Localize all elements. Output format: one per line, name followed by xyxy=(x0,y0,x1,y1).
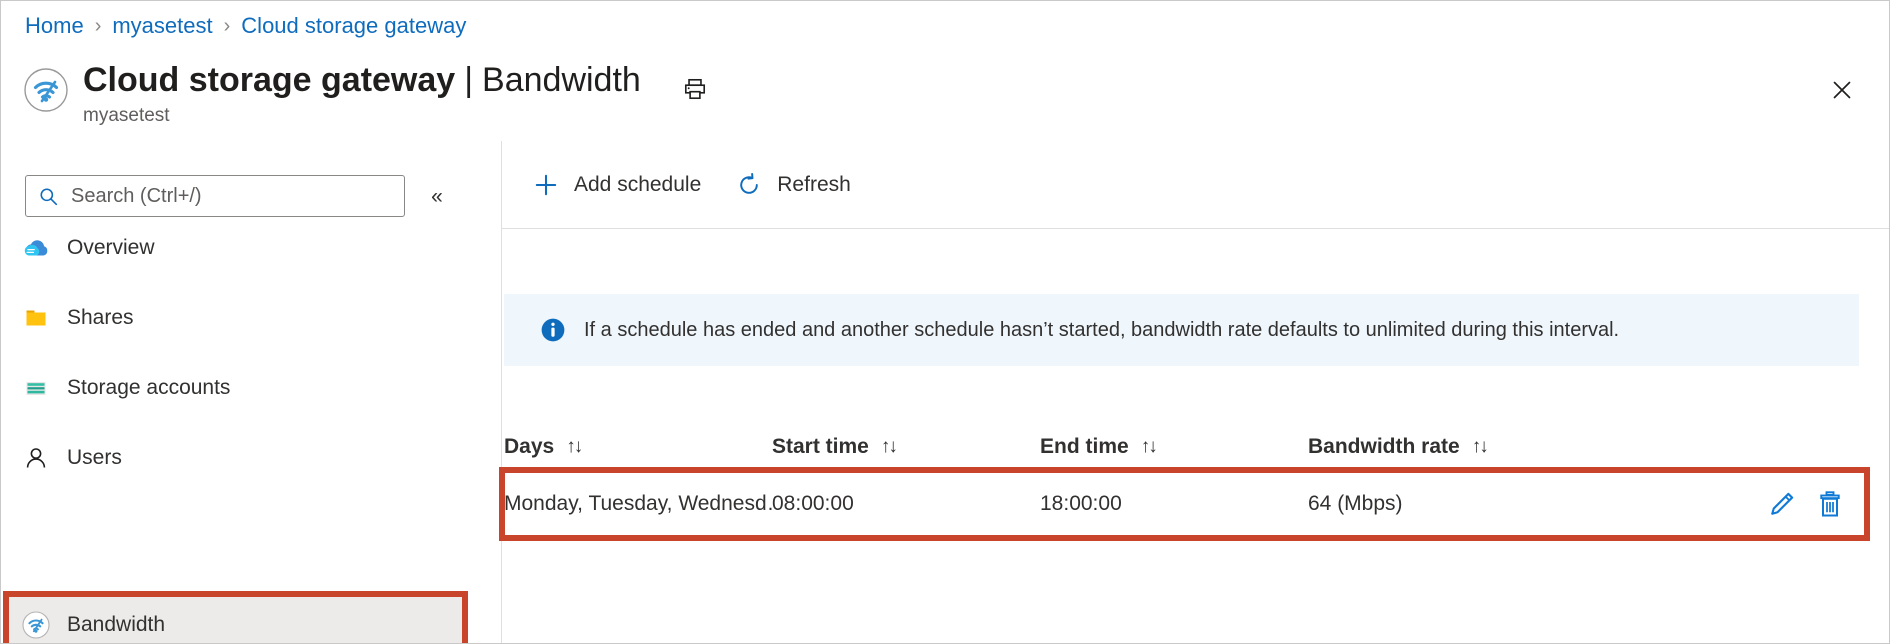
user-icon xyxy=(21,443,51,473)
edit-pencil-icon[interactable] xyxy=(1765,487,1799,521)
breadcrumb-item-myasetest[interactable]: myasetest xyxy=(112,13,212,39)
sort-arrows-icon: ↑↓ xyxy=(1140,436,1158,457)
cell-days: Monday, Tuesday, Wednesd… xyxy=(504,492,772,515)
refresh-icon xyxy=(735,171,763,199)
page-title-divider: | xyxy=(464,61,474,99)
refresh-button[interactable]: Refresh xyxy=(723,161,863,209)
cell-end-time: 18:00:00 xyxy=(1040,492,1122,515)
sidebar-item-label: Bandwidth xyxy=(67,613,166,636)
table-row[interactable]: Monday, Tuesday, Wednesd… 08:00:00 18:00… xyxy=(499,467,1870,541)
sidebar-item-shares[interactable]: Shares xyxy=(7,295,465,341)
table-header-row: Days ↑↓ Start time ↑↓ End time ↑↓ Bandwi… xyxy=(504,421,1869,473)
bandwidth-icon xyxy=(21,610,51,640)
title-texts: Cloud storage gateway | Bandwidth myaset… xyxy=(83,59,641,127)
blade-sidebar: « Overview xyxy=(1,141,501,643)
command-bar: Add schedule Refresh xyxy=(502,141,1889,229)
column-header-label: Bandwidth rate xyxy=(1308,435,1460,458)
bandwidth-schedule-table: Days ↑↓ Start time ↑↓ End time ↑↓ Bandwi… xyxy=(499,421,1870,541)
cell-bandwidth-rate: 64 (Mbps) xyxy=(1308,492,1403,515)
sidebar-item-label: Shares xyxy=(67,306,134,329)
page-title: Cloud storage gateway | Bandwidth xyxy=(83,59,641,101)
add-schedule-button[interactable]: Add schedule xyxy=(520,161,713,209)
close-icon[interactable] xyxy=(1825,73,1859,107)
row-actions xyxy=(1751,473,1847,535)
search-input[interactable] xyxy=(69,183,373,209)
breadcrumb-item-cloud-storage-gateway[interactable]: Cloud storage gateway xyxy=(241,13,466,39)
sidebar-item-storage-accounts[interactable]: Storage accounts xyxy=(7,365,465,411)
cloud-storage-gateway-icon xyxy=(23,67,69,113)
add-schedule-label: Add schedule xyxy=(574,172,702,196)
sidebar-item-overview[interactable]: Overview xyxy=(7,225,465,271)
sidebar-item-bandwidth[interactable]: Bandwidth xyxy=(7,596,465,643)
info-icon xyxy=(540,317,566,343)
search-box[interactable] xyxy=(25,175,405,217)
column-header-label: Start time xyxy=(772,435,869,458)
cell-start-time: 08:00:00 xyxy=(772,492,854,515)
blade-header: Cloud storage gateway | Bandwidth myaset… xyxy=(23,59,711,127)
sidebar-search-row: « xyxy=(25,175,451,217)
sidebar-item-label: Storage accounts xyxy=(67,376,231,399)
cloud-icon xyxy=(21,233,51,263)
search-icon xyxy=(38,186,59,207)
info-banner-text: If a schedule has ended and another sche… xyxy=(584,319,1620,341)
sidebar-item-users[interactable]: Users xyxy=(7,435,465,481)
column-header-start-time[interactable]: Start time ↑↓ xyxy=(772,435,1040,459)
sidebar-item-label: Users xyxy=(67,446,122,469)
azure-portal-blade: Home › myasetest › Cloud storage gateway… xyxy=(0,0,1890,644)
refresh-label: Refresh xyxy=(777,172,851,196)
column-header-label: Days xyxy=(504,435,555,458)
sidebar-item-label: Overview xyxy=(67,236,155,259)
page-subtitle: myasetest xyxy=(83,105,170,126)
folder-icon xyxy=(21,303,51,333)
delete-trash-icon[interactable] xyxy=(1813,487,1847,521)
breadcrumb-item-home[interactable]: Home xyxy=(25,13,84,39)
info-banner: If a schedule has ended and another sche… xyxy=(504,294,1859,366)
double-chevron-left-icon[interactable]: « xyxy=(423,182,451,210)
column-header-bandwidth-rate[interactable]: Bandwidth rate ↑↓ xyxy=(1308,435,1588,459)
print-icon[interactable] xyxy=(679,73,711,105)
page-title-resource: Cloud storage gateway xyxy=(83,61,456,99)
column-header-end-time[interactable]: End time ↑↓ xyxy=(1040,435,1308,459)
page-title-section: Bandwidth xyxy=(482,61,641,99)
storage-account-icon xyxy=(21,373,51,403)
breadcrumb-separator-icon: › xyxy=(223,14,231,37)
breadcrumb: Home › myasetest › Cloud storage gateway xyxy=(25,11,466,41)
column-header-label: End time xyxy=(1040,435,1129,458)
sort-arrows-icon: ↑↓ xyxy=(566,436,583,457)
plus-icon xyxy=(532,171,560,199)
sort-arrows-icon: ↑↓ xyxy=(880,436,898,457)
sort-arrows-icon: ↑↓ xyxy=(1471,436,1489,457)
column-header-days[interactable]: Days ↑↓ xyxy=(504,435,772,459)
breadcrumb-separator-icon: › xyxy=(94,14,102,37)
